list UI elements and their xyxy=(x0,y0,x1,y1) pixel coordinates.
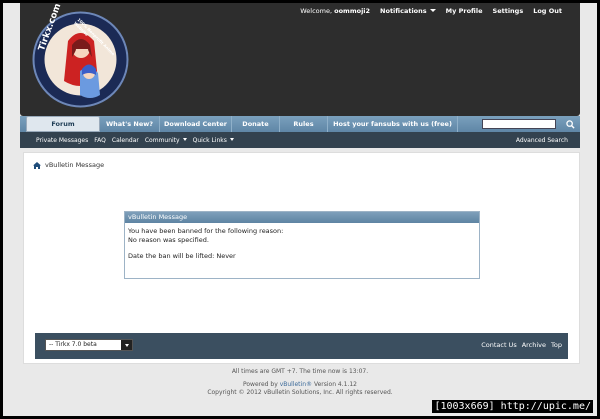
settings-link[interactable]: Settings xyxy=(493,7,524,15)
welcome-text: Welcome, oommoji2 xyxy=(300,6,371,15)
search-input[interactable] xyxy=(482,119,556,129)
chevron-down-icon xyxy=(229,137,234,141)
footer-bar: -- Tirkx 7.0 beta Contact Us Archive Top xyxy=(35,333,568,359)
top-link[interactable]: Top xyxy=(551,341,562,349)
username-link[interactable]: oommoji2 xyxy=(334,7,370,15)
site-header: Tirkx.com 100% Nonprofit Anime Website W… xyxy=(20,3,580,116)
contact-us-link[interactable]: Contact Us xyxy=(481,341,517,349)
tab-forum[interactable]: Forum xyxy=(26,116,100,132)
style-chooser-value: -- Tirkx 7.0 beta xyxy=(49,341,97,348)
message-box: vBulletin Message You have been banned f… xyxy=(124,211,480,279)
search-icon xyxy=(566,119,575,129)
tab-rules[interactable]: Rules xyxy=(280,116,328,132)
search-button[interactable] xyxy=(564,118,577,130)
footer-links: Contact Us Archive Top xyxy=(481,341,562,349)
ban-reason: No reason was specified. xyxy=(128,235,209,244)
sub-navbar: Private Messages FAQ Calendar Community … xyxy=(20,132,580,148)
tab-donate[interactable]: Donate xyxy=(232,116,280,132)
ban-lift-date: Date the ban will be lifted: Never xyxy=(128,252,236,260)
time-info: All times are GMT +7. The time now is 13… xyxy=(231,368,369,375)
quick-links-menu[interactable]: Quick Links xyxy=(193,137,234,144)
chevron-down-icon xyxy=(182,137,187,141)
logout-link[interactable]: Log Out xyxy=(533,7,562,15)
home-icon[interactable] xyxy=(33,161,41,169)
ban-reason-heading: You have been banned for the following r… xyxy=(128,227,284,235)
tab-whats-new[interactable]: What's New? xyxy=(100,116,160,132)
message-body: You have been banned for the following r… xyxy=(125,223,479,265)
private-messages-link[interactable]: Private Messages xyxy=(36,137,88,144)
vbulletin-link[interactable]: vBulletin® xyxy=(280,381,312,388)
breadcrumb-current: vBulletin Message xyxy=(45,161,105,169)
chevron-down-icon xyxy=(429,8,436,12)
main-content: vBulletin Message vBulletin Message You … xyxy=(23,152,580,364)
site-logo[interactable]: Tirkx.com 100% Nonprofit Anime Website xyxy=(32,3,129,108)
breadcrumb: vBulletin Message xyxy=(33,161,104,169)
image-watermark: [1003x669] http://upic.me/ xyxy=(432,400,593,413)
powered-by: Powered by vBulletin® Version 4.1.12 xyxy=(242,381,357,388)
style-chooser-select[interactable]: -- Tirkx 7.0 beta xyxy=(45,339,133,351)
calendar-link[interactable]: Calendar xyxy=(112,137,139,144)
archive-link[interactable]: Archive xyxy=(522,341,546,349)
chevron-down-icon xyxy=(121,340,132,350)
current-time: 13:07 xyxy=(348,368,367,375)
user-bar: Welcome, oommoji2 Notifications My Profi… xyxy=(300,5,562,16)
browser-viewport: Tirkx.com 100% Nonprofit Anime Website W… xyxy=(3,3,597,416)
faq-link[interactable]: FAQ xyxy=(94,137,106,144)
tab-host-fansubs[interactable]: Host your fansubs with us (free) xyxy=(328,116,458,132)
tab-download-center[interactable]: Download Center xyxy=(160,116,232,132)
message-title: vBulletin Message xyxy=(125,212,479,223)
my-profile-link[interactable]: My Profile xyxy=(446,7,483,15)
advanced-search-link[interactable]: Advanced Search xyxy=(516,137,568,144)
notifications-menu[interactable]: Notifications xyxy=(380,7,436,15)
main-navbar: Forum What's New? Download Center Donate… xyxy=(20,116,580,132)
community-menu[interactable]: Community xyxy=(145,137,187,144)
copyright: Copyright © 2012 vBulletin Solutions, In… xyxy=(207,389,393,396)
